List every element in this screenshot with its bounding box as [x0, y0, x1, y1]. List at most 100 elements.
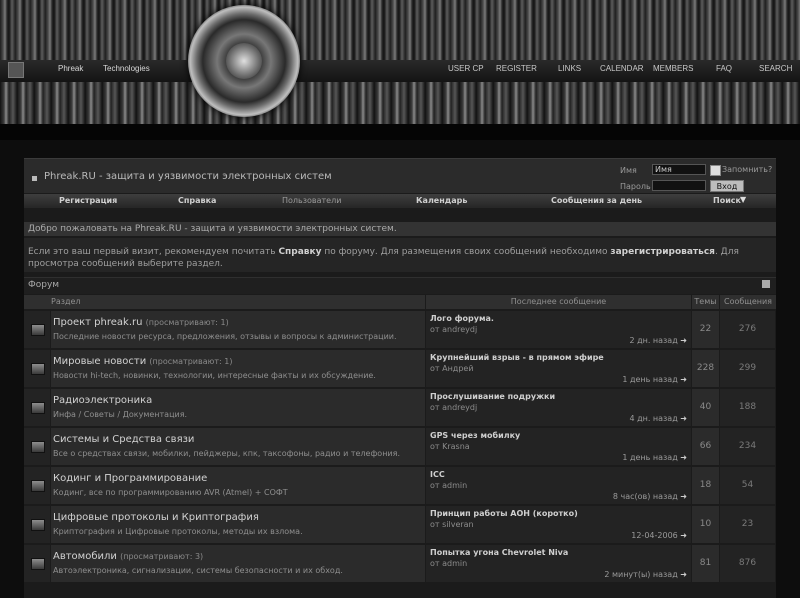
last-post-title-link[interactable]: Попытка угона Chevrolet Niva — [430, 548, 568, 557]
forum-title-link[interactable]: Кодинг и Программирование — [53, 473, 207, 484]
posts-count: 876 — [720, 545, 775, 582]
nav-search[interactable]: SEARCH — [759, 64, 792, 73]
forum-description: Последние новости ресурса, предложения, … — [53, 332, 397, 341]
forum-status-cell — [24, 545, 50, 582]
forum-description: Инфа / Советы / Документация. — [53, 410, 188, 419]
site-title[interactable]: Phreak.RU - защита и уязвимости электрон… — [44, 171, 332, 182]
search-dropdown-icon[interactable]: ▼ — [740, 195, 746, 204]
menu-today-posts[interactable]: Сообщения за день — [551, 196, 642, 205]
forum-folder-icon — [31, 441, 45, 453]
remember-checkbox[interactable] — [710, 165, 721, 176]
forum-title-link[interactable]: Проект phreak.ru — [53, 317, 142, 328]
nav-faq[interactable]: FAQ — [716, 64, 732, 73]
forum-status-cell — [24, 428, 50, 465]
help-link[interactable]: Справку — [278, 247, 321, 257]
login-button[interactable]: Вход — [710, 180, 744, 192]
go-to-post-icon[interactable]: ➜ — [680, 570, 687, 579]
last-post-date: 8 час(ов) назад — [612, 492, 678, 501]
forum-title-link[interactable]: Радиоэлектроника — [53, 395, 152, 406]
forum-title-link[interactable]: Автомобили — [53, 551, 117, 562]
forum-row: Кодинг и Программирование Кодинг, все по… — [24, 467, 776, 504]
forum-status-cell — [24, 506, 50, 543]
menu-search[interactable]: Поиск — [713, 196, 741, 205]
last-post-title-link[interactable]: Прослушивание подружки — [430, 392, 555, 401]
forum-description: Новости hi-tech, новинки, технологии, ин… — [53, 371, 376, 380]
go-to-post-icon[interactable]: ➜ — [680, 375, 687, 384]
welcome-banner: Добро пожаловать на Phreak.RU - защита и… — [24, 222, 776, 236]
last-post-author[interactable]: от Krasna — [430, 442, 470, 451]
forum-main-cell: Радиоэлектроника Инфа / Советы / Докумен… — [51, 389, 425, 426]
last-post-author[interactable]: от andreydj — [430, 403, 477, 412]
go-to-post-icon[interactable]: ➜ — [680, 492, 687, 501]
forum-folder-icon — [31, 480, 45, 492]
nav-calendar[interactable]: CALENDAR — [600, 64, 644, 73]
collapse-icon[interactable] — [762, 280, 770, 288]
menu-calendar[interactable]: Календарь — [416, 196, 467, 205]
col-posts: Сообщения — [720, 295, 776, 309]
go-to-post-icon[interactable]: ➜ — [680, 414, 687, 423]
last-post-author[interactable]: от admin — [430, 559, 467, 568]
forum-description: Кодинг, все по программированию AVR (Atm… — [53, 488, 288, 497]
forum-row: Проект phreak.ru (просматривают: 1) После… — [24, 311, 776, 348]
last-post-title-link[interactable]: Лого форума. — [430, 314, 494, 323]
forum-status-cell — [24, 467, 50, 504]
nav-register[interactable]: REGISTER — [496, 64, 537, 73]
forum-main-cell: Системы и Средства связи Все о средствах… — [51, 428, 425, 465]
last-post-author[interactable]: от silveran — [430, 520, 474, 529]
forum-header-label: Форум — [28, 280, 60, 290]
last-post-author[interactable]: от Андрей — [430, 364, 474, 373]
last-post-title-link[interactable]: Крупнейший взрыв - в прямом эфире — [430, 353, 604, 362]
forum-row: Радиоэлектроника Инфа / Советы / Докумен… — [24, 389, 776, 426]
last-post-cell: GPS через мобилку от Krasna 1 день назад ➜ — [426, 428, 691, 465]
topics-count: 10 — [692, 506, 719, 543]
col-last-post: Последнее сообщение — [426, 295, 691, 309]
header-decoration-top — [0, 0, 800, 60]
password-field[interactable] — [652, 180, 706, 191]
last-post-cell: Принцип работы АОН (коротко) от silveran 1… — [426, 506, 691, 543]
forum-main-cell: Проект phreak.ru (просматривают: 1) После… — [51, 311, 425, 348]
menu-register[interactable]: Регистрация — [59, 196, 117, 205]
logo-text-right: Technologies — [103, 64, 150, 73]
last-post-cell: ICC от admin 8 час(ов) назад ➜ — [426, 467, 691, 504]
topics-count: 66 — [692, 428, 719, 465]
username-field[interactable] — [652, 164, 706, 175]
go-to-post-icon[interactable]: ➜ — [680, 336, 687, 345]
forum-title-link[interactable]: Мировые новости — [53, 356, 146, 367]
nav-user-cp[interactable]: USER CP — [448, 64, 484, 73]
nav-links[interactable]: LINKS — [558, 64, 581, 73]
forum-title-link[interactable]: Системы и Средства связи — [53, 434, 194, 445]
logo-icon — [8, 62, 24, 78]
last-post-date: 4 дн. назад — [629, 414, 678, 423]
last-post-title-link[interactable]: Принцип работы АОН (коротко) — [430, 509, 578, 518]
nav-members[interactable]: MEMBERS — [653, 64, 693, 73]
go-to-post-icon[interactable]: ➜ — [680, 531, 687, 540]
topics-count: 22 — [692, 311, 719, 348]
login-form: Имя Запомнить? Пароль Вход — [614, 161, 776, 193]
posts-count: 54 — [720, 467, 775, 504]
last-post-title-link[interactable]: GPS через мобилку — [430, 431, 520, 440]
last-post-cell: Попытка угона Chevrolet Niva от admin 2 ми… — [426, 545, 691, 582]
logo-text-left: Phreak — [58, 64, 84, 73]
last-post-cell: Прослушивание подружки от andreydj 4 дн. н… — [426, 389, 691, 426]
forum-main-cell: Мировые новости (просматривают: 1) Новост… — [51, 350, 425, 387]
last-post-author[interactable]: от andreydj — [430, 325, 477, 334]
col-topics: Темы — [692, 295, 719, 309]
go-to-post-icon[interactable]: ➜ — [680, 453, 687, 462]
posts-count: 276 — [720, 311, 775, 348]
last-post-cell: Лого форума. от andreydj 2 дн. назад ➜ — [426, 311, 691, 348]
last-post-date: 1 день назад — [622, 453, 678, 462]
topics-count: 228 — [692, 350, 719, 387]
forum-container: Phreak.RU - защита и уязвимости электрон… — [24, 158, 776, 598]
forum-folder-icon — [31, 363, 45, 375]
last-post-date: 2 дн. назад — [629, 336, 678, 345]
last-post-author[interactable]: от admin — [430, 481, 467, 490]
forum-row: Автомобили (просматривают: 3) Автоэлектро… — [24, 545, 776, 582]
forum-title-link[interactable]: Цифровые протоколы и Криптография — [53, 512, 259, 523]
menu-users[interactable]: Пользователи — [282, 196, 341, 205]
register-link[interactable]: зарегистрироваться — [610, 247, 715, 257]
forum-folder-icon — [31, 558, 45, 570]
forum-viewing: (просматривают: 3) — [120, 552, 204, 561]
last-post-title-link[interactable]: ICC — [430, 470, 445, 479]
menu-help[interactable]: Справка — [178, 196, 216, 205]
last-post-date: 1 день назад — [622, 375, 678, 384]
